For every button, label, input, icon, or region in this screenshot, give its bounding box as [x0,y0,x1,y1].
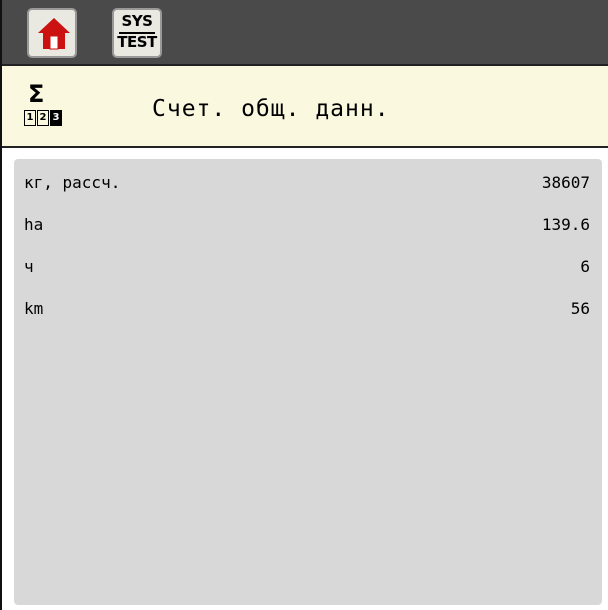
data-row-hectares[interactable]: ha 139.6 [14,207,602,237]
home-button[interactable] [27,8,77,58]
digit-boxes: 1 2 3 [24,110,63,126]
digit-box-1: 1 [24,110,36,126]
row-label: km [24,299,44,318]
data-row-hours[interactable]: ч 6 [14,249,602,279]
digit-box-3: 3 [50,110,62,126]
row-value: 56 [570,299,590,318]
digit-box-2: 2 [37,110,49,126]
data-row-fertilizer-kg[interactable]: кг, рассч. 38607 [14,165,602,195]
title-bar: Σ 1 2 3 Счет. общ. данн. [2,66,608,148]
row-label: ha [24,215,44,234]
row-label: ч [24,257,34,276]
system-test-button[interactable]: SYS TEST [112,8,162,58]
sum-counter-icon: Σ 1 2 3 [24,80,62,130]
sigma-glyph: Σ [28,80,45,108]
row-value: 139.6 [541,215,590,234]
row-value: 38607 [541,173,590,192]
home-icon [38,18,70,50]
row-label: кг, рассч. [24,173,121,192]
page-title: Счет. общ. данн. [152,96,390,122]
systest-label-bottom: TEST [117,33,157,51]
screen: SYS TEST Σ 1 2 3 Счет. общ. данн. кг, ра… [0,0,608,610]
top-toolbar: SYS TEST [2,0,608,66]
data-row-kilometers[interactable]: km 56 [14,291,602,321]
systest-label-top: SYS [121,12,153,30]
data-panel: кг, рассч. 38607 ha 139.6 ч 6 km 56 [14,159,602,605]
row-value: 6 [580,257,590,276]
